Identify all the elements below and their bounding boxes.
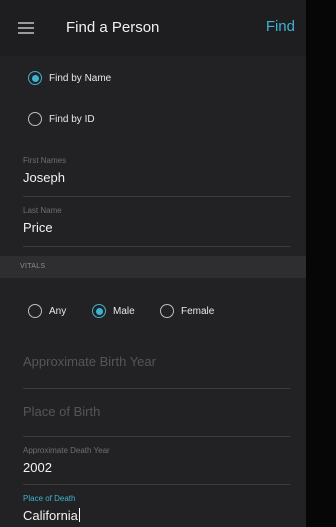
page-title: Find a Person [66, 19, 160, 36]
find-button[interactable]: Find [266, 18, 295, 35]
vitals-section-header: VITALS [0, 256, 306, 278]
death-year-field[interactable]: Approximate Death Year 2002 [23, 446, 290, 485]
field-value: 2002 [23, 460, 52, 475]
birth-place-field[interactable]: Place of Birth [23, 404, 290, 437]
first-names-field[interactable]: First Names Joseph [23, 156, 290, 197]
radio-unselected-icon [160, 304, 174, 318]
text-cursor [78, 508, 80, 522]
radio-label: Any [49, 305, 67, 317]
find-person-screen: Find a Person Find Find by Name Find by … [0, 0, 306, 527]
birth-year-field[interactable]: Approximate Birth Year [23, 354, 290, 389]
radio-find-by-name[interactable]: Find by Name [28, 71, 111, 85]
side-panel [306, 0, 336, 527]
hamburger-menu-icon[interactable] [18, 22, 34, 34]
radio-label: Find by Name [49, 72, 112, 84]
radio-unselected-icon [28, 112, 42, 126]
radio-label: Female [181, 305, 215, 317]
death-place-field[interactable]: Place of Death California [23, 494, 290, 527]
field-value-wrap: California [23, 508, 290, 523]
radio-gender-any[interactable]: Any [28, 304, 66, 318]
app-bar: Find a Person Find [0, 0, 306, 56]
radio-label: Male [113, 305, 135, 317]
field-label: First Names [23, 156, 67, 165]
section-label: VITALS [20, 263, 46, 270]
radio-unselected-icon [28, 304, 42, 318]
last-name-field[interactable]: Last Name Price [23, 206, 290, 247]
radio-selected-icon [28, 71, 42, 85]
field-value: Price [23, 220, 53, 235]
radio-label: Find by ID [49, 113, 95, 125]
field-placeholder: Approximate Birth Year [23, 354, 156, 369]
field-value: Joseph [23, 170, 65, 185]
radio-gender-female[interactable]: Female [160, 304, 214, 318]
field-label: Place of Death [23, 494, 76, 503]
field-label: Last Name [23, 206, 62, 215]
radio-selected-icon [92, 304, 106, 318]
field-value: California [23, 508, 78, 523]
radio-gender-male[interactable]: Male [92, 304, 135, 318]
field-label: Approximate Death Year [23, 446, 110, 455]
radio-find-by-id[interactable]: Find by ID [28, 112, 95, 126]
field-placeholder: Place of Birth [23, 404, 101, 419]
